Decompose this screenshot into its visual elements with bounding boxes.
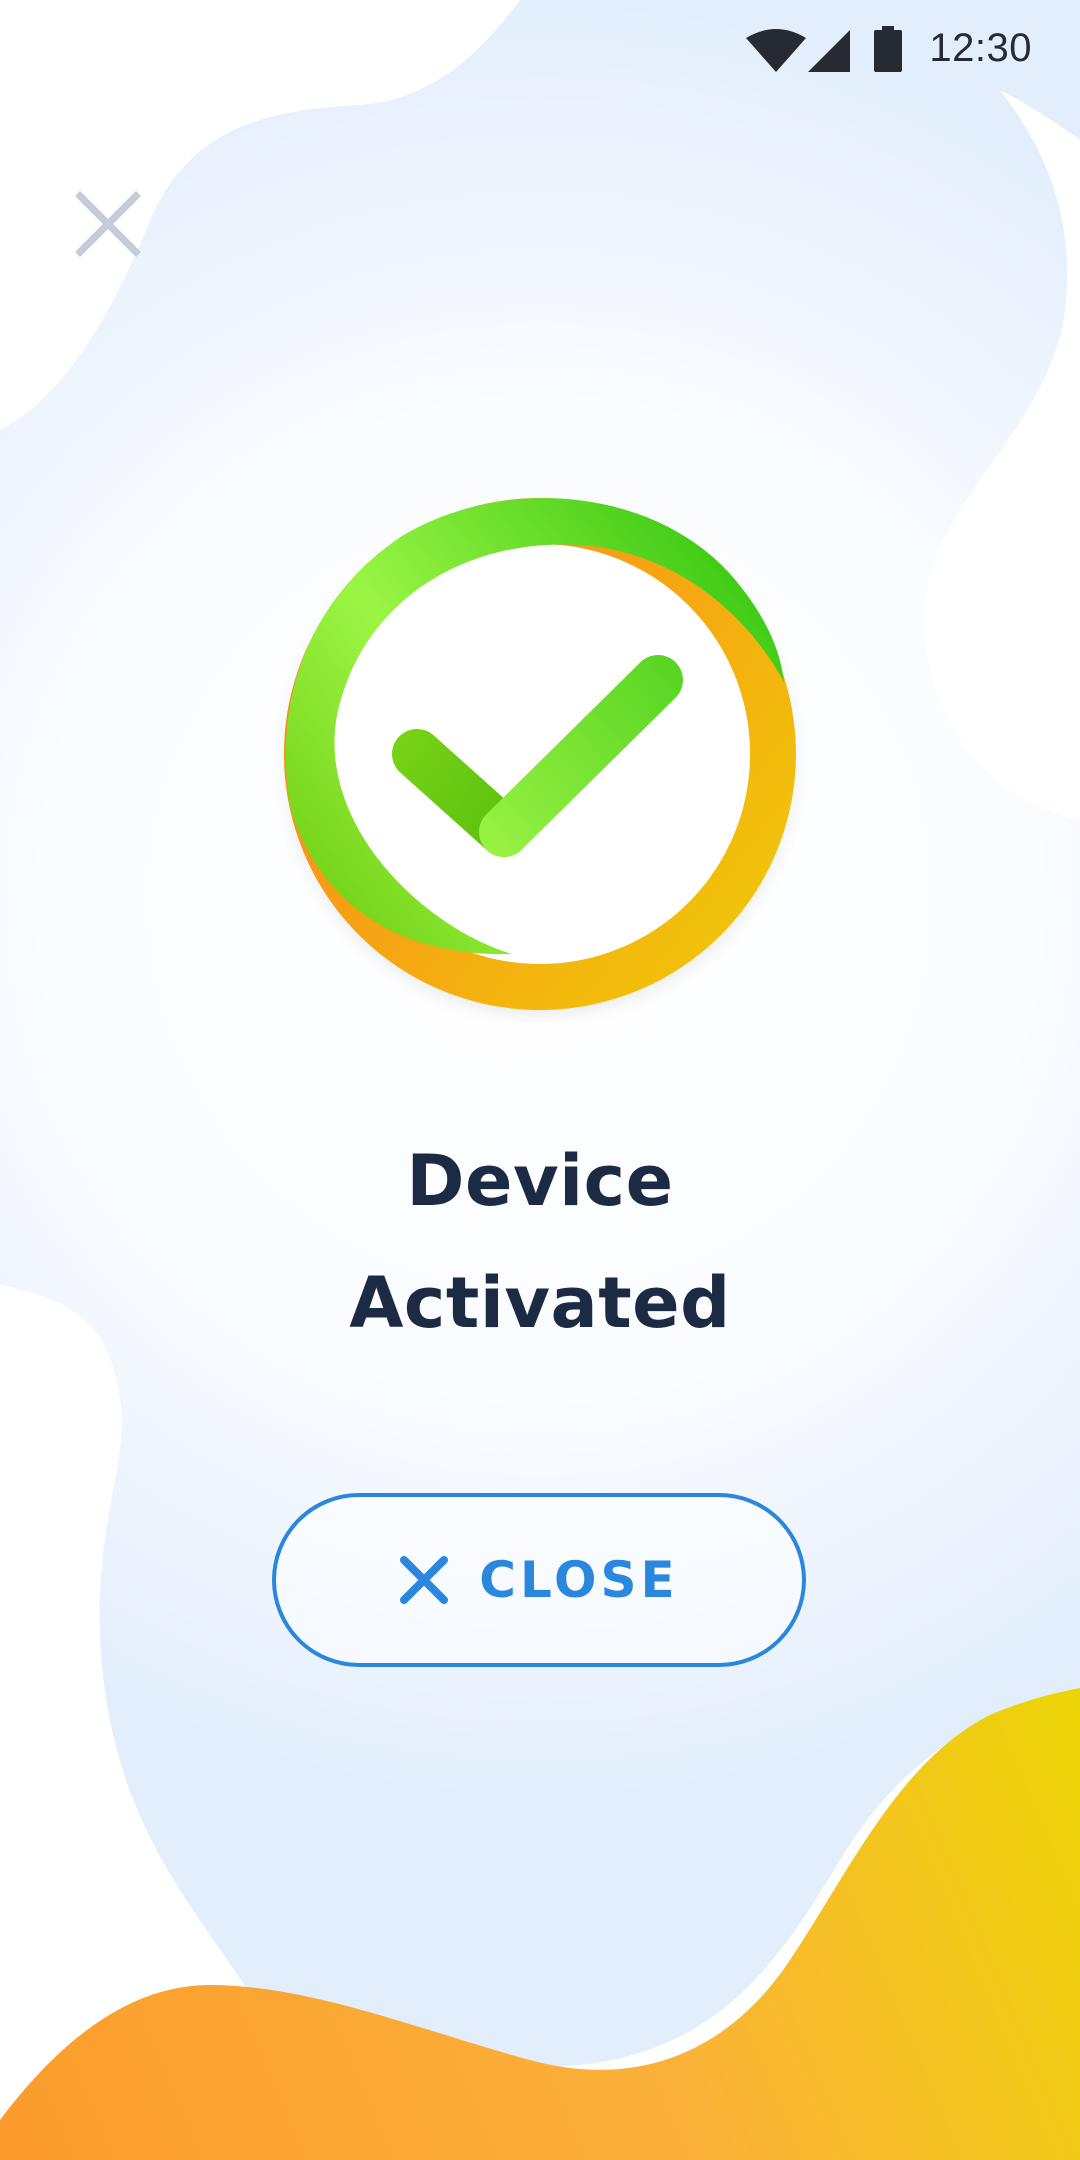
cellular-signal-icon <box>808 30 850 72</box>
activation-success-screen: 12:30 Device Activated CLOSE <box>0 0 1080 2160</box>
success-emblem <box>283 498 796 1012</box>
wifi-icon <box>746 29 806 72</box>
close-button[interactable]: CLOSE <box>272 1493 806 1667</box>
status-time: 12:30 <box>929 26 1032 70</box>
close-button-label: CLOSE <box>479 1551 679 1609</box>
status-bar: 12:30 <box>0 0 1080 104</box>
close-icon <box>400 1556 449 1604</box>
success-title-line-1: Device <box>406 1140 674 1222</box>
success-title-line-2: Activated <box>349 1262 731 1344</box>
dismiss-button[interactable] <box>74 190 142 258</box>
background-decoration <box>0 0 1080 2160</box>
battery-icon <box>874 26 902 72</box>
close-icon <box>75 191 141 257</box>
background-blob <box>0 0 1080 2067</box>
